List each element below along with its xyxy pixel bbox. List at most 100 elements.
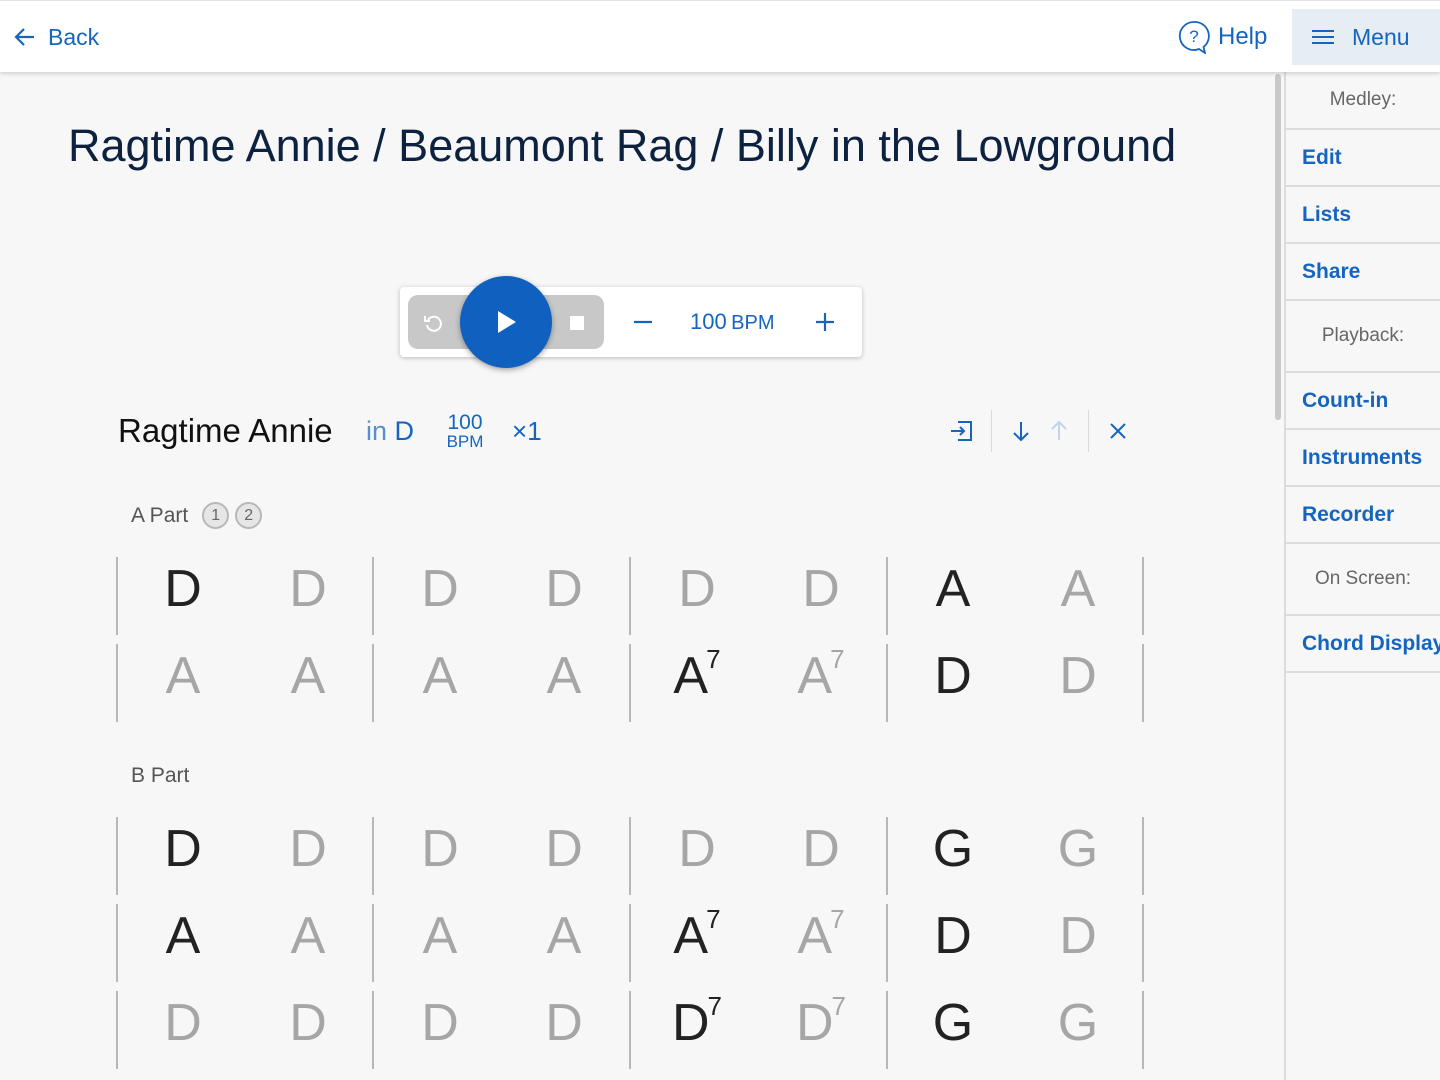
chord[interactable]: A [1043, 563, 1113, 615]
bar-line [886, 644, 888, 722]
chord[interactable]: D [662, 563, 732, 615]
part-label-text: A Part [131, 503, 189, 527]
chord[interactable]: A7 [662, 646, 732, 705]
increase-tempo-button[interactable] [810, 307, 840, 337]
chord[interactable]: D [786, 823, 856, 875]
bar-line [886, 557, 888, 635]
bar-line [629, 991, 631, 1069]
chord[interactable]: D [918, 650, 988, 702]
chord-root: D [1059, 647, 1097, 705]
back-button[interactable]: Back [14, 19, 99, 55]
chord[interactable]: D [918, 910, 988, 962]
chord-root: D [934, 647, 972, 705]
chord-root: A [546, 647, 582, 705]
chord[interactable]: D7 [662, 993, 732, 1049]
sidebar-item-share[interactable]: Share [1286, 244, 1440, 301]
bar-line [1142, 557, 1144, 635]
chord[interactable]: D [148, 563, 218, 615]
reset-button[interactable] [416, 306, 450, 340]
chord[interactable]: D [529, 997, 599, 1049]
chord[interactable]: A [273, 650, 343, 702]
chord[interactable]: A [918, 563, 988, 615]
sidebar-item-recorder[interactable]: Recorder [1286, 487, 1440, 544]
chord[interactable]: A [529, 910, 599, 962]
chord[interactable]: D [405, 997, 475, 1049]
chord[interactable]: D [273, 997, 343, 1049]
chord[interactable]: A [405, 910, 475, 962]
bar-line [886, 817, 888, 895]
chord[interactable]: D7 [786, 993, 856, 1049]
chord[interactable]: A7 [662, 906, 732, 962]
chord-root: G [1057, 994, 1099, 1052]
bar-line [1142, 991, 1144, 1069]
tune-tempo[interactable]: 100 BPM [440, 412, 490, 450]
chord[interactable]: A [148, 910, 218, 962]
chord[interactable]: D [405, 563, 475, 615]
chord[interactable]: D [529, 563, 599, 615]
move-down-button[interactable] [1006, 416, 1036, 446]
tune-name: Ragtime Annie [118, 412, 333, 449]
tempo-unit: BPM [731, 312, 775, 334]
remove-tune-button[interactable] [1103, 416, 1133, 446]
sidebar-item-count-in[interactable]: Count-in [1286, 373, 1440, 430]
chord[interactable]: D [662, 823, 732, 875]
chord[interactable]: D [1043, 910, 1113, 962]
chord-row: A A A A A7 A7 D D [116, 644, 1146, 722]
chord[interactable]: A [529, 650, 599, 702]
tune-key[interactable]: in D [366, 416, 414, 447]
hamburger-icon [1312, 30, 1334, 44]
move-up-icon [1051, 420, 1067, 440]
sidebar-item-lists[interactable]: Lists [1286, 187, 1440, 244]
chord[interactable]: A [273, 910, 343, 962]
chord[interactable]: A [148, 650, 218, 702]
chord-root: D [289, 994, 327, 1052]
bar-line [372, 904, 374, 982]
bar-line [886, 991, 888, 1069]
chord-root: A [165, 907, 201, 965]
part-label-text: B Part [131, 764, 190, 787]
chord[interactable]: D [148, 997, 218, 1049]
chord-row: DDDDDDAA [116, 557, 1146, 635]
chord-root: D [164, 820, 202, 878]
menu-button[interactable]: Menu [1292, 9, 1440, 65]
chord[interactable]: D [786, 563, 856, 615]
chord[interactable]: A7 [786, 906, 856, 965]
chord[interactable]: D [529, 823, 599, 875]
back-label: Back [48, 23, 100, 50]
sidebar-item-instruments[interactable]: Instruments [1286, 430, 1440, 487]
menu-sidebar: Medley: Edit Lists Share Playback: Count… [1284, 72, 1440, 1080]
chord[interactable]: G [1043, 823, 1113, 875]
chord[interactable]: G [918, 823, 988, 875]
chord-root: D [421, 560, 459, 618]
chord-root: A [797, 907, 833, 965]
chord-root: D [421, 994, 459, 1052]
chord[interactable]: A7 [786, 646, 856, 702]
chord[interactable]: A [405, 650, 475, 702]
scrollbar[interactable] [1275, 74, 1281, 420]
chord[interactable]: D [148, 823, 218, 875]
stop-button[interactable] [566, 312, 588, 334]
bar-line [116, 644, 118, 722]
bar-line [629, 904, 631, 982]
sidebar-item-chord-display[interactable]: Chord Display [1286, 616, 1440, 673]
chord[interactable]: D [1043, 650, 1113, 702]
chord[interactable]: D [273, 823, 343, 875]
decrease-tempo-button[interactable] [628, 307, 658, 337]
medley-heading: Medley: [1286, 72, 1440, 130]
tune-tempo-value: 100 [447, 411, 483, 434]
chord-row: D D D D D7 D7 G G [116, 991, 1146, 1069]
bar-line [372, 991, 374, 1069]
chord[interactable]: G [918, 997, 988, 1049]
chord-root: A [673, 647, 709, 705]
chord[interactable]: D [273, 563, 343, 615]
chord[interactable]: D [405, 823, 475, 875]
arrow-left-icon [14, 28, 34, 46]
tune-repeat[interactable]: ×1 [512, 416, 542, 447]
chord[interactable]: G [1043, 997, 1113, 1049]
sidebar-item-edit[interactable]: Edit [1286, 130, 1440, 187]
help-button[interactable]: ? Help [1178, 17, 1267, 57]
help-icon: ? [1178, 21, 1210, 54]
jump-to-button[interactable] [946, 416, 976, 446]
play-button[interactable] [460, 276, 552, 368]
move-up-button[interactable] [1044, 416, 1074, 446]
